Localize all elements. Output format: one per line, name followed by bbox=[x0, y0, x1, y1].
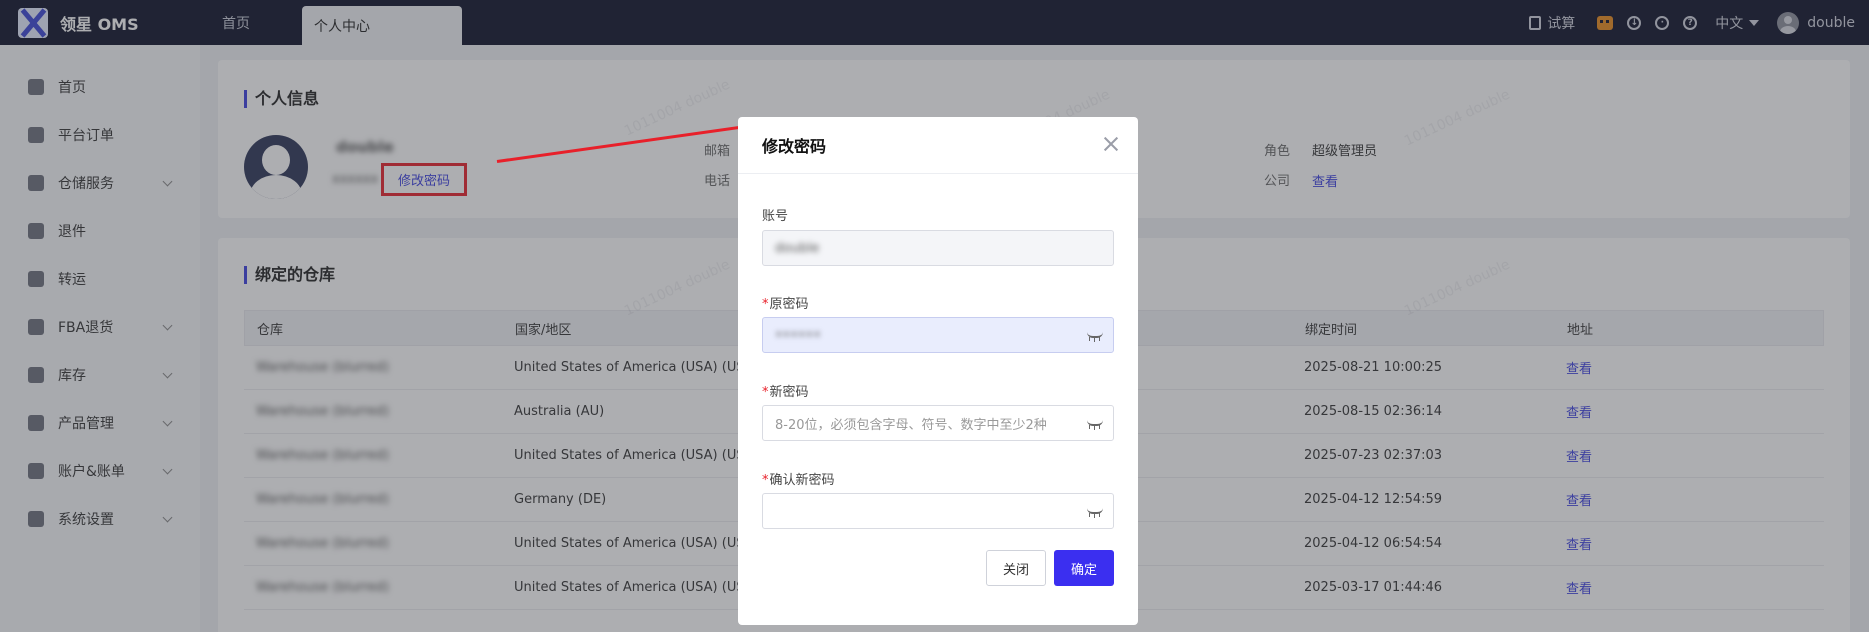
dialog-title: 修改密码 bbox=[762, 137, 827, 156]
confirm-password-field[interactable] bbox=[762, 493, 1114, 529]
eye-closed-icon[interactable] bbox=[1087, 508, 1103, 517]
old-password-label-text: 原密码 bbox=[769, 297, 809, 312]
new-password-field[interactable]: 8-20位，必须包含字母、符号、数字中至少2种 bbox=[762, 405, 1114, 441]
eye-closed-icon[interactable] bbox=[1087, 332, 1103, 341]
confirm-button[interactable]: 确定 bbox=[1054, 550, 1114, 586]
dialog-header: 修改密码 bbox=[738, 117, 1138, 174]
account-value: double bbox=[775, 240, 820, 256]
account-label-text: 账号 bbox=[762, 209, 789, 224]
account-field: double bbox=[762, 230, 1114, 266]
required-mark: * bbox=[762, 297, 769, 312]
new-password-placeholder: 8-20位，必须包含字母、符号、数字中至少2种 bbox=[775, 417, 1047, 433]
required-mark: * bbox=[762, 473, 769, 488]
close-button[interactable]: 关闭 bbox=[986, 550, 1046, 586]
old-password-field[interactable]: •••••• bbox=[762, 317, 1114, 353]
confirm-password-label-text: 确认新密码 bbox=[769, 473, 835, 488]
old-password-label: *原密码 bbox=[762, 293, 809, 312]
change-password-dialog: 修改密码 账号 double *原密码 •••••• *新密码 8-20位，必须… bbox=[738, 117, 1138, 625]
confirm-password-label: *确认新密码 bbox=[762, 469, 835, 488]
account-label: 账号 bbox=[762, 205, 788, 224]
eye-closed-icon[interactable] bbox=[1087, 420, 1103, 429]
new-password-label: *新密码 bbox=[762, 381, 809, 400]
old-password-value: •••••• bbox=[775, 327, 822, 343]
new-password-label-text: 新密码 bbox=[769, 385, 809, 400]
required-mark: * bbox=[762, 385, 769, 400]
close-icon[interactable] bbox=[1102, 135, 1120, 153]
